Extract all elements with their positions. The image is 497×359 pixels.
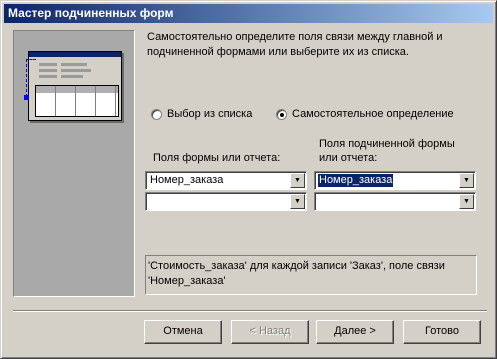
radio-button-icon[interactable]	[151, 108, 162, 120]
radio-manual[interactable]: Самостоятельное определение	[276, 107, 454, 121]
divider	[13, 310, 487, 312]
instructions-text: Самостоятельно определите поля связи меж…	[147, 31, 443, 58]
dialog-window: Мастер подчиненных форм Самостоятельно о…	[0, 0, 497, 359]
cancel-button[interactable]: Отмена	[144, 320, 222, 344]
form-preview-illustration	[28, 51, 122, 121]
radio-button-checked-icon[interactable]	[276, 108, 287, 120]
radio-from-list[interactable]: Выбор из списка	[151, 107, 252, 121]
sub-field-combo-1[interactable]: Номер_заказа	[314, 171, 476, 190]
title-bar[interactable]: Мастер подчиненных форм	[4, 4, 493, 23]
finish-button[interactable]: Готово	[403, 320, 481, 344]
sub-field-combo-2[interactable]	[314, 192, 476, 211]
sub-fields-label: Поля подчиненной формы или отчета:	[319, 138, 455, 164]
combo-value: Номер_заказа	[150, 174, 224, 186]
chevron-down-icon[interactable]	[290, 173, 305, 188]
preview-field	[39, 63, 57, 66]
back-button[interactable]: < Назад	[231, 320, 309, 344]
next-button[interactable]: Далее >	[316, 320, 394, 344]
preview-field	[39, 69, 57, 72]
radio-manual-label: Самостоятельное определение	[292, 108, 454, 120]
main-field-combo-1[interactable]: Номер_заказа	[145, 171, 307, 190]
preview-field	[39, 75, 57, 78]
preview-field	[61, 75, 83, 78]
combo-value: Номер_заказа	[318, 174, 394, 187]
main-field-combo-2[interactable]	[145, 192, 307, 211]
link-arrow-icon	[24, 95, 29, 100]
chevron-down-icon[interactable]	[290, 194, 305, 209]
radio-from-list-label: Выбор из списка	[167, 108, 253, 120]
window-title: Мастер подчиненных форм	[8, 6, 174, 20]
preview-panel	[13, 30, 135, 297]
link-description: 'Стоимость_заказа' для каждой записи 'За…	[145, 255, 477, 295]
main-fields-label: Поля формы или отчета:	[153, 152, 281, 164]
preview-link-line	[26, 59, 36, 60]
preview-titlebar	[29, 52, 121, 57]
preview-field	[61, 63, 87, 66]
chevron-down-icon[interactable]	[459, 173, 474, 188]
preview-subform-grid	[35, 85, 119, 117]
chevron-down-icon[interactable]	[459, 194, 474, 209]
preview-link-line	[26, 59, 27, 97]
preview-field	[61, 69, 91, 72]
